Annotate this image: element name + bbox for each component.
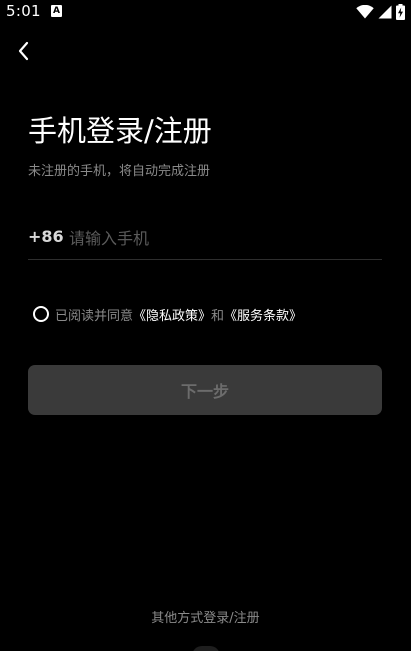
cellular-signal-icon xyxy=(378,5,392,19)
page-title: 手机登录/注册 xyxy=(28,114,212,148)
status-icons xyxy=(356,3,405,21)
agreement-conjunction: 和 xyxy=(211,308,225,324)
chevron-left-icon xyxy=(18,41,29,61)
status-bar: 5:01 A xyxy=(0,0,411,24)
agreement-row: 已阅读并同意 《隐私政策》 和 《服务条款》 xyxy=(33,304,302,324)
other-login-link[interactable]: 其他方式登录/注册 xyxy=(0,607,411,626)
home-indicator xyxy=(192,646,220,651)
notification-a-icon: A xyxy=(51,5,62,17)
agreement-prefix: 已阅读并同意 xyxy=(55,308,134,324)
privacy-policy-link[interactable]: 《隐私政策》 xyxy=(133,305,211,324)
page-subtitle: 未注册的手机，将自动完成注册 xyxy=(28,164,211,179)
battery-charging-icon xyxy=(396,4,405,20)
terms-of-service-link[interactable]: 《服务条款》 xyxy=(224,305,302,324)
country-code[interactable]: +86 xyxy=(28,227,64,246)
wifi-icon xyxy=(356,5,374,19)
phone-input[interactable] xyxy=(69,224,379,252)
login-screen: 5:01 A 手机登录/注册 未注册的手机，将自动完成注册 +86 已阅读并 xyxy=(0,0,411,651)
phone-field-row: +86 xyxy=(28,224,382,260)
agreement-radio[interactable] xyxy=(33,306,49,322)
next-button[interactable]: 下一步 xyxy=(28,365,382,415)
status-time: 5:01 xyxy=(6,2,41,20)
back-button[interactable] xyxy=(12,38,36,64)
